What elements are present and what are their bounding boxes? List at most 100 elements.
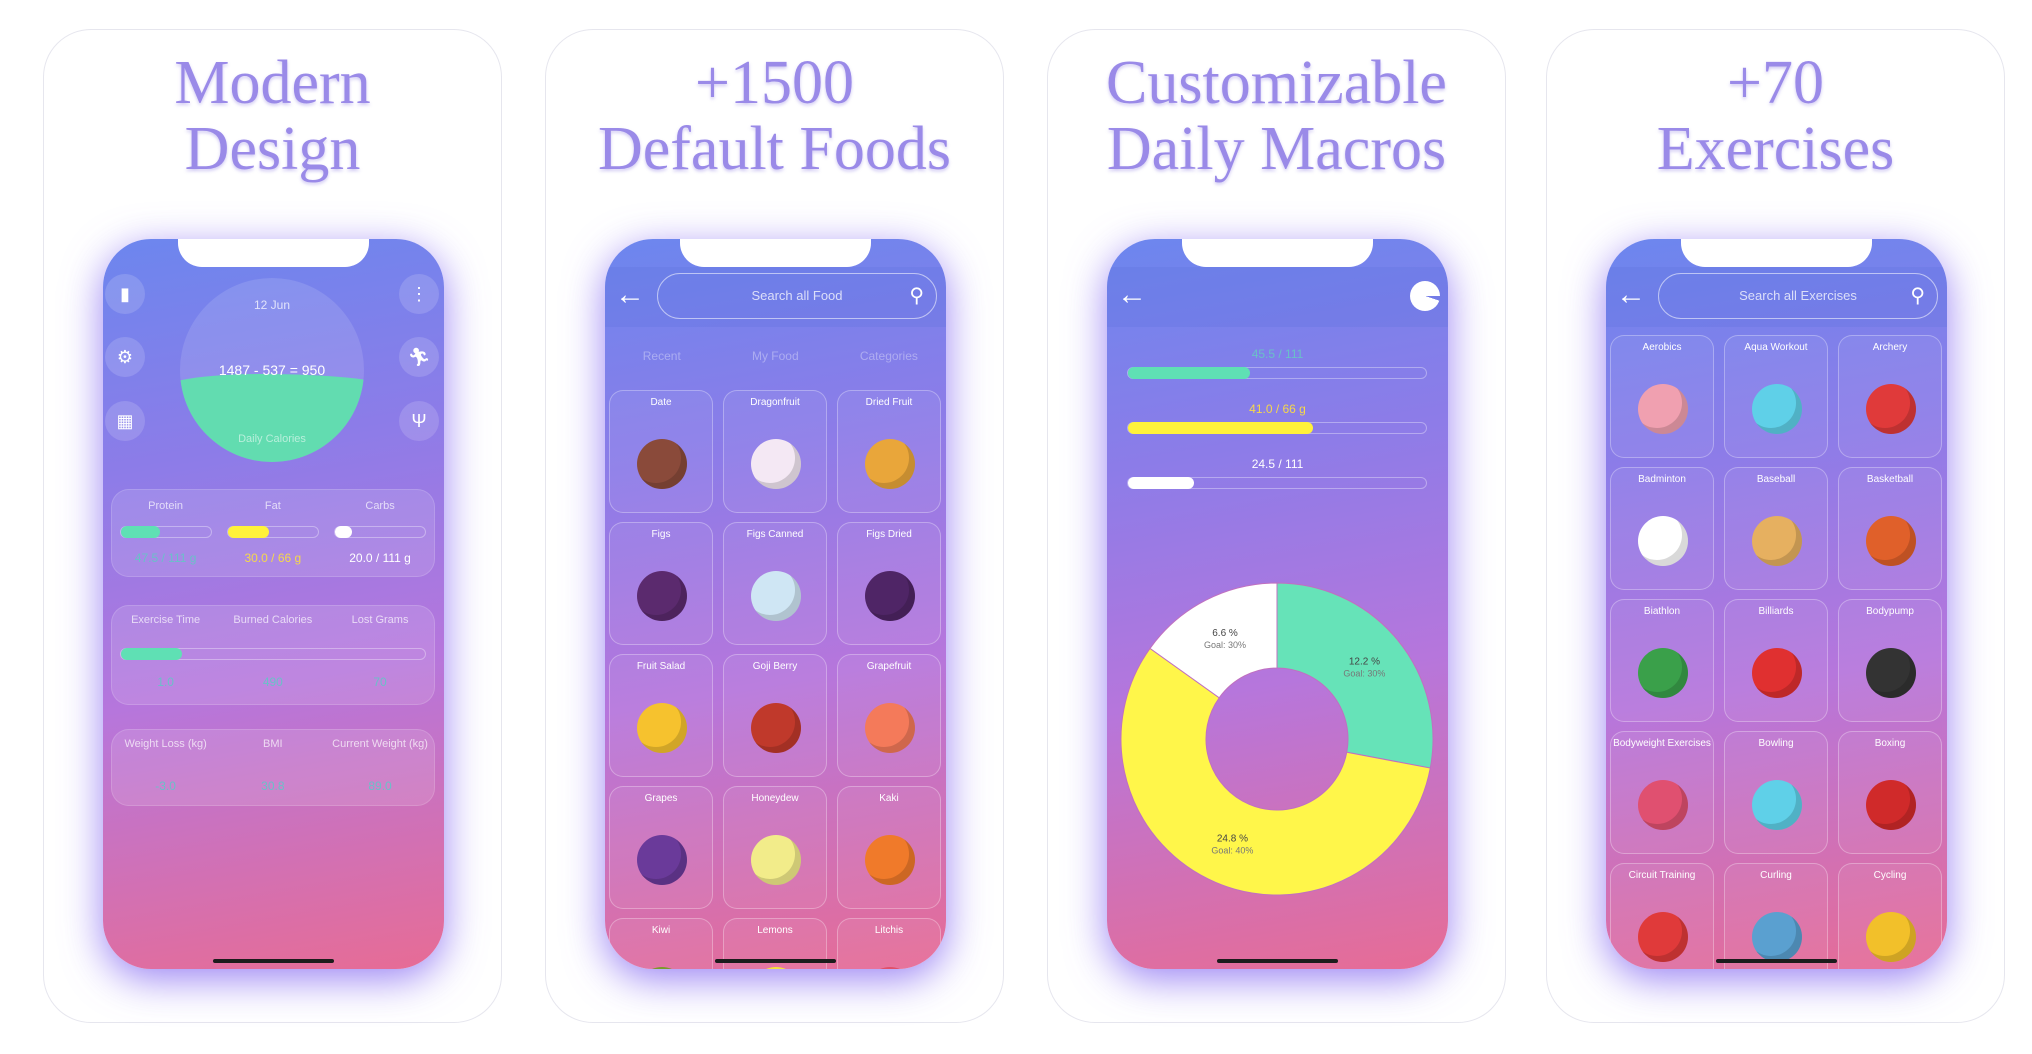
tile-label: Basketball: [1866, 474, 1914, 485]
running-icon[interactable]: 🏃︎: [399, 337, 439, 377]
grid-tile[interactable]: Dragonfruit: [723, 390, 827, 513]
tile-label: Dragonfruit: [750, 397, 800, 408]
grid-tile[interactable]: Figs: [609, 522, 713, 645]
grid-tile[interactable]: Honeydew: [723, 786, 827, 909]
tile-label: Bowling: [1758, 738, 1794, 749]
tile-label: Billiards: [1758, 606, 1794, 617]
item-illustration-icon: [865, 571, 915, 621]
tile-label: Aerobics: [1642, 342, 1682, 353]
grid-tile[interactable]: Date: [609, 390, 713, 513]
search-icon[interactable]: ⚲: [1910, 274, 1925, 318]
macro-bar-label: 41.0 / 66 g: [1249, 402, 1306, 416]
tile-label: Goji Berry: [752, 661, 798, 672]
bmi-label: BMI: [263, 738, 283, 750]
grid-tile[interactable]: Billiards: [1724, 599, 1828, 722]
tile-label: Grapefruit: [866, 661, 912, 672]
title-line: Default Foods: [597, 115, 952, 183]
macro-progress-fill: [121, 526, 160, 538]
tab-recent[interactable]: Recent: [605, 349, 719, 363]
daily-calories-gauge[interactable]: 12 Jun 1487 - 537 = 950 Daily Calories: [180, 278, 364, 462]
tile-label: Curling: [1760, 870, 1792, 881]
grid-tile[interactable]: Figs Dried: [837, 522, 941, 645]
tab-my-food[interactable]: My Food: [719, 349, 833, 363]
grid-tile[interactable]: Curling: [1724, 863, 1828, 969]
grid-tile[interactable]: Bowling: [1724, 731, 1828, 854]
card-title: Customizable Daily Macros: [1048, 50, 1505, 182]
fork-knife-icon[interactable]: Ψ: [399, 401, 439, 441]
grid-tile[interactable]: Aqua Workout: [1724, 335, 1828, 458]
grid-tile[interactable]: Grapefruit: [837, 654, 941, 777]
back-arrow-icon[interactable]: ←: [615, 277, 645, 313]
notch: [1182, 239, 1373, 267]
grid-tile[interactable]: Bodypump: [1838, 599, 1942, 722]
calendar-icon[interactable]: ▦: [105, 401, 145, 441]
exercise-panel: Exercise Time Burned Calories Lost Grams…: [111, 605, 435, 705]
item-illustration-icon: [751, 703, 801, 753]
pie-chart-icon[interactable]: [1410, 281, 1440, 311]
grid-tile[interactable]: Dried Fruit: [837, 390, 941, 513]
grid-tile[interactable]: Cycling: [1838, 863, 1942, 969]
grid-tile[interactable]: Kaki: [837, 786, 941, 909]
notch: [680, 239, 871, 267]
grid-tile[interactable]: Circuit Training: [1610, 863, 1714, 969]
title-line: Design: [184, 115, 361, 183]
burned-calories-label: Burned Calories: [233, 614, 313, 626]
grid-tile[interactable]: Boxing: [1838, 731, 1942, 854]
more-icon[interactable]: ⋮: [399, 274, 439, 314]
grid-tile[interactable]: Fruit Salad: [609, 654, 713, 777]
settings-icon[interactable]: ⚙: [105, 337, 145, 377]
bar-chart-icon[interactable]: ▮: [105, 274, 145, 314]
tile-label: Archery: [1872, 342, 1908, 353]
exercise-search-input[interactable]: Search all Exercises ⚲: [1658, 273, 1938, 319]
tile-label: Lemons: [757, 925, 793, 936]
grid-tile[interactable]: Figs Canned: [723, 522, 827, 645]
slice-goal-label: Goal: 30%: [1343, 669, 1385, 679]
grid-tile[interactable]: Kiwi: [609, 918, 713, 969]
lost-grams-value: 70: [373, 675, 387, 689]
grid-tile[interactable]: Goji Berry: [723, 654, 827, 777]
tab-categories[interactable]: Categories: [832, 349, 946, 363]
macro-bar-label: 45.5 / 111: [1251, 347, 1304, 361]
macro-progress: [227, 526, 320, 538]
home-indicator: [213, 959, 334, 963]
grid-tile[interactable]: Archery: [1838, 335, 1942, 458]
grid-tile[interactable]: Bodyweight Exercises: [1610, 731, 1714, 854]
item-illustration-icon: [1866, 912, 1916, 962]
macro-label: Fat: [264, 500, 281, 512]
grid-tile[interactable]: Basketball: [1838, 467, 1942, 590]
tile-label: Boxing: [1874, 738, 1906, 749]
back-arrow-icon[interactable]: ←: [1117, 277, 1147, 313]
macro-label: Protein: [148, 500, 184, 512]
tile-label: Honeydew: [751, 793, 799, 804]
item-illustration-icon: [751, 967, 801, 969]
macro-bar-fill: [1128, 422, 1313, 434]
grid-tile[interactable]: Biathlon: [1610, 599, 1714, 722]
title-line: Daily Macros: [1106, 115, 1447, 183]
item-illustration-icon: [751, 439, 801, 489]
screenshot-card-daily-macros: Customizable Daily Macros ← 45.5 / 111 41.…: [1047, 29, 1506, 1023]
item-illustration-icon: [1866, 780, 1916, 830]
phone-exercise-list: ← Search all Exercises ⚲ Aerobics Aqua Wor…: [1606, 239, 1947, 969]
item-illustration-icon: [865, 967, 915, 969]
item-illustration-icon: [1866, 384, 1916, 434]
screenshot-card-default-foods: +1500 Default Foods ← Search all Food ⚲ Re…: [545, 29, 1004, 1023]
grid-tile[interactable]: Aerobics: [1610, 335, 1714, 458]
search-placeholder: Search all Exercises: [1739, 288, 1857, 303]
item-illustration-icon: [865, 703, 915, 753]
macro-value: 47.5 / 111 g: [134, 551, 197, 565]
grid-tile[interactable]: Litchis: [837, 918, 941, 969]
notch: [1681, 239, 1872, 267]
slice-value-label: 6.6 %: [1212, 628, 1238, 639]
search-icon[interactable]: ⚲: [909, 274, 924, 318]
grid-tile[interactable]: Baseball: [1724, 467, 1828, 590]
item-illustration-icon: [1752, 384, 1802, 434]
grid-tile[interactable]: Grapes: [609, 786, 713, 909]
item-illustration-icon: [1638, 912, 1688, 962]
item-illustration-icon: [637, 835, 687, 885]
back-arrow-icon[interactable]: ←: [1616, 277, 1646, 313]
item-illustration-icon: [1638, 384, 1688, 434]
food-search-input[interactable]: Search all Food ⚲: [657, 273, 937, 319]
macro-bar-fill: [1128, 477, 1194, 489]
grid-tile[interactable]: Badminton: [1610, 467, 1714, 590]
item-illustration-icon: [865, 835, 915, 885]
